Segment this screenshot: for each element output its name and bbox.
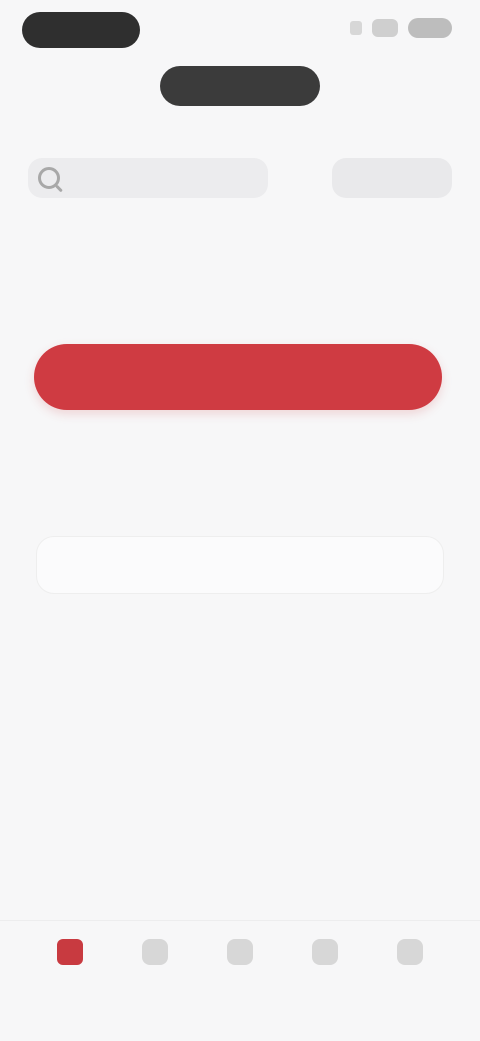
primary-action-button[interactable]: [34, 344, 442, 410]
search-bar[interactable]: [28, 158, 268, 198]
home-icon: [57, 939, 83, 965]
page-title: [160, 66, 320, 106]
battery-icon: [408, 18, 452, 38]
nav-item-list[interactable]: [115, 939, 195, 973]
nav-items: [30, 939, 450, 973]
nav-item-home[interactable]: [30, 939, 110, 973]
search-icon: [38, 167, 60, 189]
nav-item-cart[interactable]: [200, 939, 280, 973]
bottom-navigation: [0, 920, 480, 1041]
status-time: [22, 12, 140, 48]
nav-item-profile[interactable]: [370, 939, 450, 973]
cart-icon: [227, 939, 253, 965]
signal-icon: [350, 21, 362, 35]
list-icon: [142, 939, 168, 965]
top-controls: [28, 155, 452, 201]
filter-button[interactable]: [332, 158, 452, 198]
search-input[interactable]: [70, 168, 254, 188]
status-icons: [350, 18, 452, 38]
nav-item-chat[interactable]: [285, 939, 365, 973]
wifi-icon: [372, 19, 398, 37]
profile-icon: [397, 939, 423, 965]
status-bar: [0, 0, 480, 60]
secondary-action-button[interactable]: [36, 536, 444, 594]
chat-icon: [312, 939, 338, 965]
